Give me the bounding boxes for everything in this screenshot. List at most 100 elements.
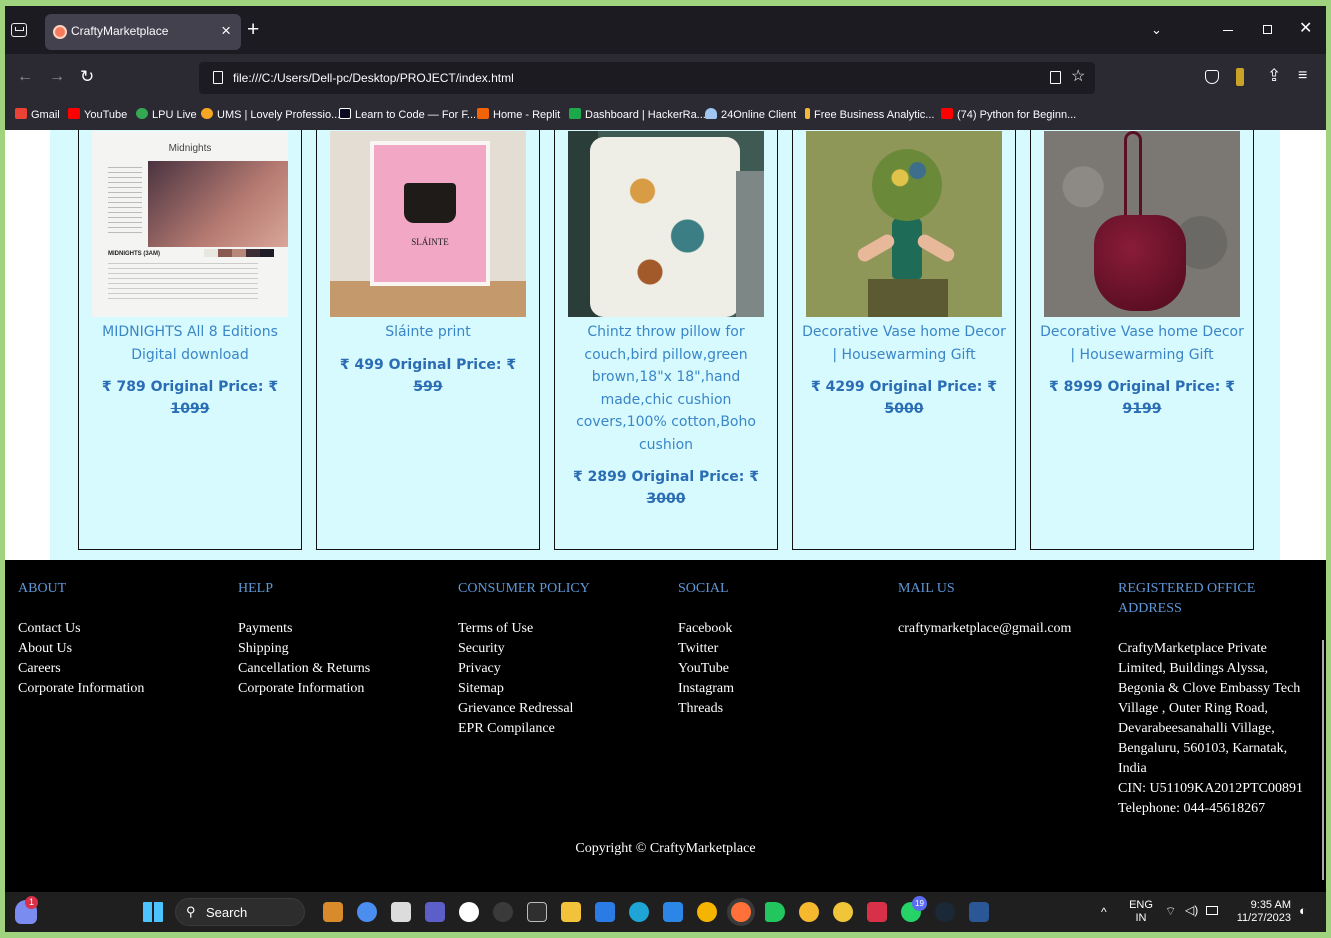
bookmark-gmail[interactable]: Gmail	[15, 108, 60, 121]
tab-list-icon[interactable]	[11, 23, 27, 37]
forward-arrow-icon[interactable]: →	[49, 69, 65, 85]
language-indicator[interactable]: ENG IN	[1126, 899, 1156, 925]
widgets-icon[interactable]	[323, 902, 343, 922]
store-icon[interactable]	[595, 902, 615, 922]
footer-link-about-us[interactable]: About Us	[18, 639, 218, 659]
reload-icon[interactable]: ↻	[80, 68, 94, 85]
product-title[interactable]: Decorative Vase home Decor | Housewarmin…	[1037, 321, 1247, 366]
footer-link-corporate-info[interactable]: Corporate Information	[18, 679, 218, 699]
firefox-icon[interactable]	[731, 902, 751, 922]
copilot-icon[interactable]	[357, 902, 377, 922]
bookmark-star-icon[interactable]: ☆	[1071, 69, 1085, 85]
url-text[interactable]: file:///C:/Users/Dell-pc/Desktop/PROJECT…	[233, 71, 514, 85]
product-title[interactable]: MIDNIGHTS All 8 Editions Digital downloa…	[85, 321, 295, 366]
window-close-icon[interactable]: ✕	[1299, 21, 1312, 37]
windows-start-icon[interactable]	[143, 902, 163, 922]
product-price: ₹ 2899 Original Price: ₹ 3000	[573, 469, 759, 507]
product-title[interactable]: Chintz throw pillow for couch,bird pillo…	[561, 321, 771, 456]
steam-icon[interactable]	[935, 902, 955, 922]
footer-link-contact-us[interactable]: Contact Us	[18, 619, 218, 639]
tab-crafty-marketplace[interactable]: CraftyMarketplace ×	[45, 14, 241, 50]
product-image-slainte[interactable]: SLÁINTE	[330, 131, 526, 317]
new-tab-button[interactable]: +	[247, 19, 259, 40]
wifi-icon[interactable]: ⌔	[1165, 905, 1176, 918]
bookmark-24online[interactable]: 24Online Client	[705, 108, 796, 121]
back-arrow-icon[interactable]: ←	[17, 69, 33, 85]
app-icon[interactable]	[833, 902, 853, 922]
file-explorer-icon[interactable]	[561, 902, 581, 922]
product-card[interactable]: Chintz throw pillow for couch,bird pillo…	[554, 130, 778, 550]
play-icon[interactable]	[765, 902, 785, 922]
product-image-pillow[interactable]	[568, 131, 764, 317]
taskbar-search[interactable]: ⚲ Search	[175, 898, 305, 926]
minimize-icon[interactable]	[1223, 30, 1233, 31]
user-avatar-icon[interactable]: 1	[15, 896, 38, 924]
clock[interactable]: 9:35 AM 11/27/2023	[1231, 899, 1291, 925]
page-viewport: Midnights MIDNIGHTS (3AM) MIDNIGHTS All …	[5, 130, 1326, 892]
bookmark-business-analytics[interactable]: Free Business Analytic...	[805, 108, 934, 121]
product-title[interactable]: Decorative Vase home Decor | Housewarmin…	[799, 321, 1009, 366]
share-icon[interactable]: ⇪	[1267, 67, 1281, 84]
terminal-icon[interactable]	[527, 902, 547, 922]
footer-link-facebook[interactable]: Facebook	[678, 619, 878, 639]
autocad-icon[interactable]	[867, 902, 887, 922]
teams-icon[interactable]	[425, 902, 445, 922]
footer-link-twitter[interactable]: Twitter	[678, 639, 878, 659]
product-card[interactable]: Midnights MIDNIGHTS (3AM) MIDNIGHTS All …	[78, 130, 302, 550]
product-image-midnights[interactable]: Midnights MIDNIGHTS (3AM)	[92, 131, 288, 317]
footer-link-careers[interactable]: Careers	[18, 659, 218, 679]
notifications-icon[interactable]: ◐	[1299, 904, 1307, 917]
bookmark-lpu-live[interactable]: LPU Live	[136, 108, 197, 121]
chrome-icon[interactable]	[697, 902, 717, 922]
footer-link-sitemap[interactable]: Sitemap	[458, 679, 658, 699]
task-view-icon[interactable]	[391, 902, 411, 922]
footer-about: ABOUT Contact Us About Us Careers Corpor…	[18, 579, 218, 699]
product-image-vase[interactable]	[806, 131, 1002, 317]
whatsapp-icon[interactable]: 19	[901, 896, 927, 922]
battery-icon[interactable]	[1206, 906, 1218, 915]
chevron-down-icon[interactable]: ⌄	[1151, 23, 1162, 36]
word-icon[interactable]	[969, 902, 989, 922]
product-card[interactable]: Decorative Vase home Decor | Housewarmin…	[792, 130, 1016, 550]
vscode-icon[interactable]	[663, 902, 683, 922]
bookmark-hackerrank[interactable]: Dashboard | HackerRa...	[569, 108, 706, 121]
footer-link-payments[interactable]: Payments	[238, 619, 438, 639]
tab-close-icon[interactable]: ×	[221, 21, 231, 41]
footer-link-shipping[interactable]: Shipping	[238, 639, 438, 659]
bookmark-freecodecamp[interactable]: Learn to Code — For F...	[339, 108, 476, 121]
footer-link-corporate-info[interactable]: Corporate Information	[238, 679, 438, 699]
footer-link-threads[interactable]: Threads	[678, 699, 878, 719]
notification-badge: 1	[25, 896, 38, 909]
reader-view-icon[interactable]	[1050, 71, 1061, 84]
address-bar[interactable]: file:///C:/Users/Dell-pc/Desktop/PROJECT…	[199, 62, 1095, 94]
bookmark-ums[interactable]: UMS | Lovely Professio...	[201, 108, 340, 121]
app-icon[interactable]	[493, 902, 513, 922]
footer-link-grievance[interactable]: Grievance Redressal	[458, 699, 658, 719]
footer-link-epr[interactable]: EPR Compilance	[458, 719, 658, 739]
footer-link-security[interactable]: Security	[458, 639, 658, 659]
product-title[interactable]: Sláinte print	[323, 321, 533, 344]
footer-link-privacy[interactable]: Privacy	[458, 659, 658, 679]
bookmark-replit[interactable]: Home - Replit	[477, 108, 560, 121]
scrollbar[interactable]	[1322, 640, 1324, 880]
product-image-bag[interactable]	[1044, 131, 1240, 317]
pocket-icon[interactable]	[1205, 70, 1219, 84]
weather-icon[interactable]	[799, 902, 819, 922]
extension-icon[interactable]	[1236, 68, 1244, 86]
footer-link-cancellation[interactable]: Cancellation & Returns	[238, 659, 438, 679]
volume-icon[interactable]: ◁)	[1185, 904, 1198, 917]
product-card[interactable]: Decorative Vase home Decor | Housewarmin…	[1030, 130, 1254, 550]
footer-link-instagram[interactable]: Instagram	[678, 679, 878, 699]
bookmark-python[interactable]: (74) Python for Beginn...	[941, 108, 1076, 121]
color-swatches	[204, 249, 274, 257]
footer-link-youtube[interactable]: YouTube	[678, 659, 878, 679]
edge-icon[interactable]	[629, 902, 649, 922]
bookmark-youtube[interactable]: YouTube	[68, 108, 127, 121]
product-card[interactable]: SLÁINTE Sláinte print ₹ 499 Original Pri…	[316, 130, 540, 550]
menu-icon[interactable]: ≡	[1298, 68, 1307, 84]
footer-email-link[interactable]: craftymarketplace@gmail.com	[898, 619, 1098, 639]
dell-icon[interactable]	[459, 902, 479, 922]
restore-icon[interactable]	[1263, 25, 1272, 34]
footer-link-terms[interactable]: Terms of Use	[458, 619, 658, 639]
chevron-up-icon[interactable]: ^	[1101, 906, 1107, 919]
